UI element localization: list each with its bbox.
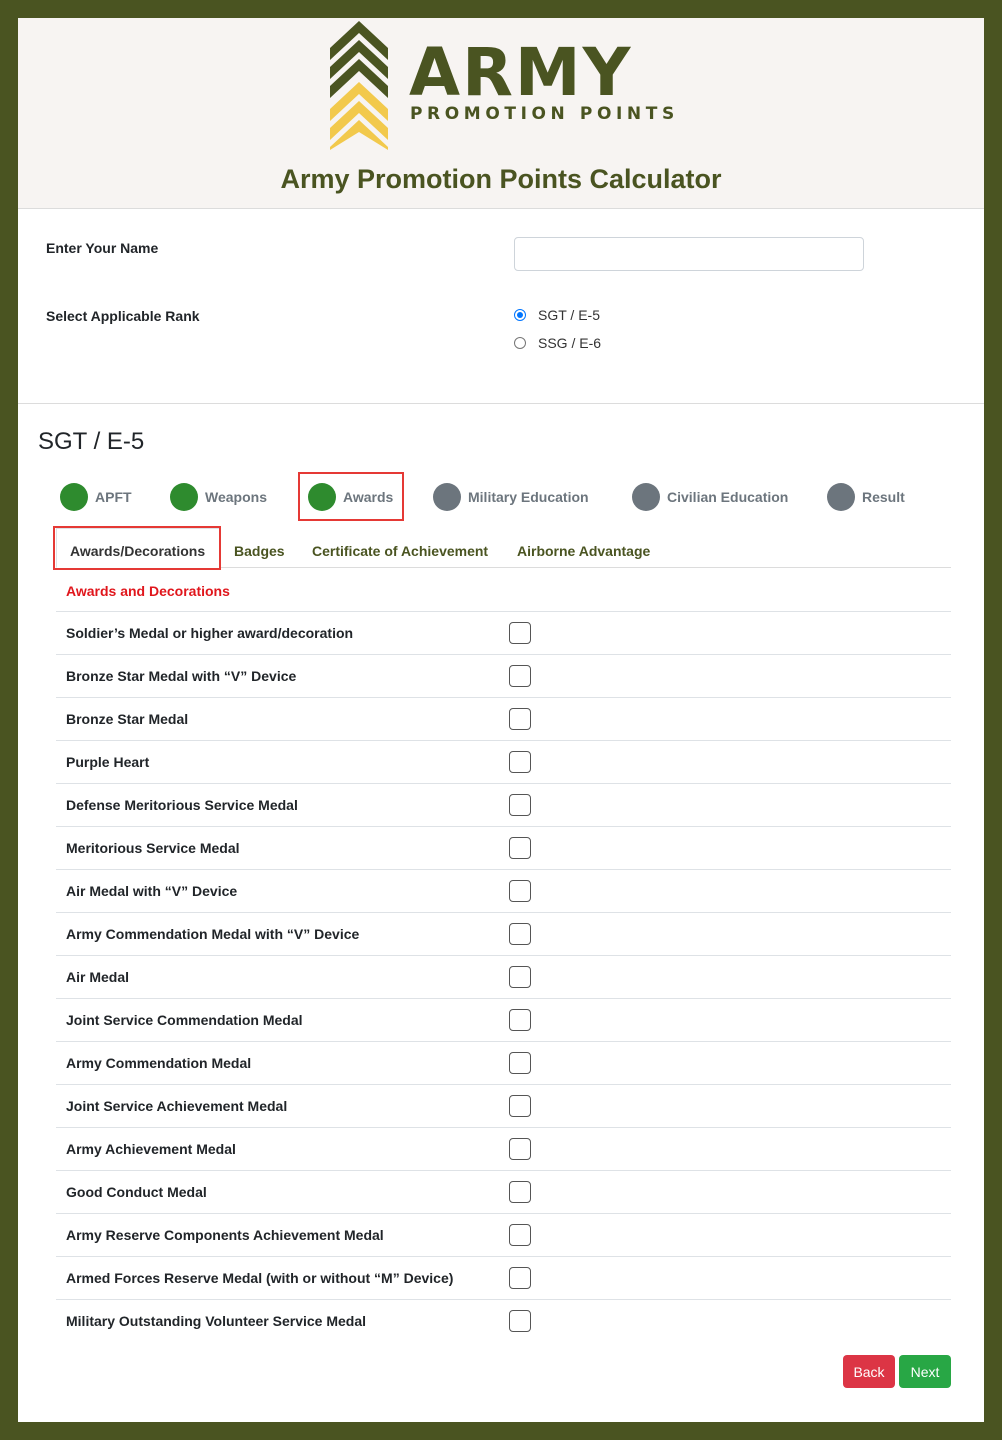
award-name: Armed Forces Reserve Medal (with or with… [66,1270,454,1286]
step-complete-icon [60,483,88,511]
award-row: Good Conduct Medal [56,1170,951,1213]
award-checkbox[interactable] [509,665,531,687]
awards-step-highlight [298,472,404,521]
step-pending-icon [632,483,660,511]
award-name: Purple Heart [66,754,150,770]
award-name: Air Medal [66,969,130,985]
radio-selected-icon[interactable] [514,309,526,321]
award-row: Defense Meritorious Service Medal [56,783,951,826]
radio-unselected-icon[interactable] [514,337,526,349]
step-pending-icon [433,483,461,511]
award-row: Purple Heart [56,740,951,783]
rank-option-label: SSG / E-6 [538,335,602,351]
award-row: Air Medal [56,955,951,998]
award-checkbox[interactable] [509,1138,531,1160]
award-name: Joint Service Commendation Medal [66,1012,303,1028]
award-row: Military Outstanding Volunteer Service M… [56,1299,951,1342]
award-checkbox[interactable] [509,1181,531,1203]
back-button[interactable]: Back [843,1355,895,1388]
next-button[interactable]: Next [899,1355,951,1388]
award-name: Military Outstanding Volunteer Service M… [66,1313,367,1329]
award-row: Army Commendation Medal with “V” Device [56,912,951,955]
step-label: APFT [95,489,132,505]
award-name: Meritorious Service Medal [66,840,240,856]
step-civilian-education[interactable]: Civilian Education [632,482,788,512]
award-checkbox[interactable] [509,1009,531,1031]
tab-certificate-of-achievement[interactable]: Certificate of Achievement [312,543,488,559]
rank-option-label: SGT / E-5 [538,307,600,323]
award-name: Defense Meritorious Service Medal [66,797,298,813]
step-military-education[interactable]: Military Education [433,482,589,512]
tab-airborne-advantage[interactable]: Airborne Advantage [517,543,650,559]
step-weapons[interactable]: Weapons [170,482,267,512]
awards-list: Soldier’s Medal or higher award/decorati… [56,611,951,1342]
award-name: Bronze Star Medal [66,711,189,727]
award-checkbox[interactable] [509,923,531,945]
award-checkbox[interactable] [509,1095,531,1117]
award-checkbox[interactable] [509,1310,531,1332]
award-checkbox[interactable] [509,708,531,730]
tabs-divider [793,567,951,568]
chevron-rank-icon [330,21,388,150]
award-name: Army Commendation Medal with “V” Device [66,926,360,942]
award-row: Joint Service Achievement Medal [56,1084,951,1127]
step-label: Weapons [205,489,267,505]
award-row: Army Achievement Medal [56,1127,951,1170]
active-tab-highlight [53,526,221,570]
award-checkbox[interactable] [509,622,531,644]
award-row: Armed Forces Reserve Medal (with or with… [56,1256,951,1299]
award-checkbox[interactable] [509,1052,531,1074]
step-label: Result [862,489,905,505]
award-name: Army Commendation Medal [66,1055,252,1071]
step-label: Military Education [468,489,589,505]
name-input[interactable] [514,237,864,271]
rank-heading: SGT / E-5 [38,428,145,455]
award-checkbox[interactable] [509,966,531,988]
award-name: Good Conduct Medal [66,1184,207,1200]
award-row: Army Reserve Components Achievement Meda… [56,1213,951,1256]
award-name: Air Medal with “V” Device [66,883,238,899]
army-promotion-points-logo: ARMY PROMOTION POINTS [324,18,684,153]
award-row: Air Medal with “V” Device [56,869,951,912]
page-title: Army Promotion Points Calculator [280,164,722,194]
logo-word: ARMY [409,34,633,111]
tab-badges[interactable]: Badges [234,543,285,559]
award-row: Army Commendation Medal [56,1041,951,1084]
award-name: Soldier’s Medal or higher award/decorati… [66,625,354,641]
award-checkbox[interactable] [509,837,531,859]
user-form: Enter Your Name Select Applicable Rank S… [18,209,984,404]
award-checkbox[interactable] [509,751,531,773]
award-row: Bronze Star Medal [56,697,951,740]
award-name: Joint Service Achievement Medal [66,1098,288,1114]
step-complete-icon [170,483,198,511]
name-label: Enter Your Name [46,240,159,256]
award-row: Bronze Star Medal with “V” Device [56,654,951,697]
award-checkbox[interactable] [509,1224,531,1246]
award-row: Soldier’s Medal or higher award/decorati… [56,611,951,654]
rank-label: Select Applicable Rank [46,308,200,324]
award-name: Army Reserve Components Achievement Meda… [66,1227,384,1243]
logo-subtitle: PROMOTION POINTS [410,104,679,124]
rank-option-ssg[interactable]: SSG / E-6 [514,335,601,351]
step-label: Civilian Education [667,489,789,505]
award-checkbox[interactable] [509,880,531,902]
step-result[interactable]: Result [827,482,905,512]
award-checkbox[interactable] [509,1267,531,1289]
step-pending-icon [827,483,855,511]
award-name: Army Achievement Medal [66,1141,236,1157]
rank-option-sgt[interactable]: SGT / E-5 [514,307,600,323]
award-row: Joint Service Commendation Medal [56,998,951,1041]
step-apft[interactable]: APFT [60,482,132,512]
section-title: Awards and Decorations [66,583,230,599]
award-row: Meritorious Service Medal [56,826,951,869]
award-checkbox[interactable] [509,794,531,816]
header: ARMY PROMOTION POINTS Army Promotion Poi… [18,18,984,209]
award-name: Bronze Star Medal with “V” Device [66,668,297,684]
